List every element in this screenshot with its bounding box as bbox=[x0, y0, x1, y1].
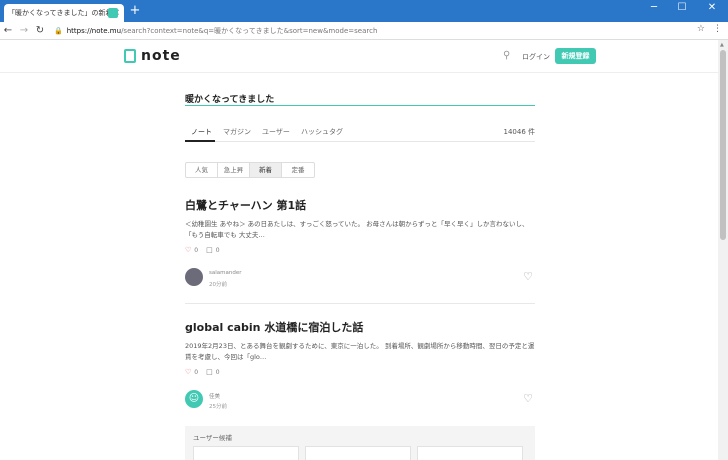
forward-arrow-icon[interactable]: → bbox=[16, 25, 32, 36]
heart-icon[interactable]: ♡ bbox=[185, 246, 191, 254]
author-name[interactable]: 佳美 bbox=[209, 392, 220, 400]
avatar[interactable] bbox=[185, 268, 203, 286]
article-card[interactable]: 白鷺とチャーハン 第1話 ＜幼稚園生 あやね＞ あの日あたしは、すっごく怒ってい… bbox=[185, 197, 535, 297]
result-count: 14046 件 bbox=[503, 128, 536, 136]
new-tab-button[interactable]: + bbox=[128, 4, 142, 18]
note-logo[interactable]: note bbox=[124, 48, 181, 64]
address-bar[interactable]: https://note.mu/search?context=note&q=暖か… bbox=[67, 26, 378, 36]
sort-trending[interactable]: 急上昇 bbox=[218, 163, 250, 177]
article-excerpt: 2019年2月23日、とある舞台を観劇するために、東京に一泊した。 到着場所、観… bbox=[185, 342, 535, 361]
reload-icon[interactable]: ↻ bbox=[32, 25, 48, 36]
tab-hashtags[interactable]: ハッシュタグ bbox=[301, 127, 343, 137]
sort-options: 人気 急上昇 新着 定番 bbox=[185, 162, 315, 178]
signup-button[interactable]: 新規登録 bbox=[555, 48, 596, 64]
site-header: note ⚲ ログイン 新規登録 bbox=[0, 40, 718, 73]
like-count: 0 bbox=[194, 368, 199, 376]
user-suggestions-label: ユーザー候補 bbox=[193, 434, 232, 442]
divider bbox=[185, 303, 535, 304]
tab-users[interactable]: ユーザー bbox=[262, 127, 290, 137]
search-query-input[interactable]: 暖かくなってきました bbox=[185, 92, 535, 106]
bookmark-star-icon[interactable]: ☆ bbox=[697, 24, 705, 34]
article-stats: ♡ 0 □ 0 bbox=[185, 246, 220, 254]
sort-popular[interactable]: 人気 bbox=[186, 163, 218, 177]
menu-kebab-icon[interactable]: ⋮ bbox=[713, 24, 722, 34]
minimize-button[interactable]: ─ bbox=[640, 2, 668, 13]
page-scrollbar[interactable]: ▲ bbox=[718, 40, 728, 460]
user-card[interactable] bbox=[305, 446, 411, 460]
avatar[interactable]: ☺ bbox=[185, 390, 203, 408]
article-title[interactable]: global cabin 水道橋に宿泊した話 bbox=[185, 319, 535, 335]
comment-count: 0 bbox=[215, 368, 220, 376]
comment-count: 0 bbox=[215, 246, 220, 254]
page-content: note ⚲ ログイン 新規登録 暖かくなってきました ノート マガジン ユーザ… bbox=[0, 40, 718, 460]
close-window-button[interactable]: ✕ bbox=[698, 2, 726, 13]
author-name[interactable]: salamander bbox=[209, 270, 241, 276]
article-excerpt: ＜幼稚園生 あやね＞ あの日あたしは、すっごく怒っていた。 お母さんは朝からずっ… bbox=[185, 220, 529, 239]
heart-outline-icon[interactable]: ♡ bbox=[523, 392, 533, 405]
note-favicon-icon bbox=[108, 8, 118, 18]
lock-icon: 🔒 bbox=[54, 26, 63, 35]
login-link[interactable]: ログイン bbox=[522, 52, 550, 62]
heart-outline-icon[interactable]: ♡ bbox=[523, 270, 533, 283]
browser-tab[interactable]: 「暖かくなってきました」の新着のノート × bbox=[4, 4, 124, 22]
browser-toolbar: ← → ↻ 🔒 https://note.mu/search?context=n… bbox=[0, 22, 728, 40]
sort-new[interactable]: 新着 bbox=[250, 163, 282, 177]
browser-titlebar: 「暖かくなってきました」の新着のノート × + ─ ☐ ✕ bbox=[0, 0, 728, 22]
post-age: 20分前 bbox=[209, 282, 227, 288]
logo-text: note bbox=[141, 48, 181, 64]
article-stats: ♡ 0 □ 0 bbox=[185, 368, 220, 376]
tab-notes[interactable]: ノート bbox=[191, 127, 212, 137]
article-title[interactable]: 白鷺とチャーハン 第1話 bbox=[185, 197, 535, 213]
search-icon[interactable]: ⚲ bbox=[503, 50, 510, 61]
post-age: 25分前 bbox=[209, 404, 227, 410]
user-card[interactable] bbox=[193, 446, 299, 460]
url-host: https://note.mu bbox=[66, 26, 122, 35]
active-tab-indicator bbox=[185, 140, 215, 142]
tab-magazines[interactable]: マガジン bbox=[223, 127, 251, 137]
maximize-button[interactable]: ☐ bbox=[668, 2, 696, 13]
search-tabs: ノート マガジン ユーザー ハッシュタグ 14046 件 bbox=[185, 124, 535, 142]
scroll-up-icon[interactable]: ▲ bbox=[720, 42, 724, 48]
user-card[interactable] bbox=[417, 446, 523, 460]
scrollbar-thumb[interactable] bbox=[720, 50, 726, 240]
sort-standard[interactable]: 定番 bbox=[282, 163, 314, 177]
user-suggestions: ユーザー候補 bbox=[185, 426, 535, 460]
tab-title: 「暖かくなってきました」の新着のノート bbox=[8, 9, 109, 17]
url-path: /search?context=note&q=暖かくなってきました&sort=n… bbox=[121, 26, 378, 35]
note-logo-icon bbox=[124, 49, 136, 63]
like-count: 0 bbox=[194, 246, 199, 254]
comment-icon[interactable]: □ bbox=[206, 368, 213, 376]
article-card[interactable]: global cabin 水道橋に宿泊した話 2019年2月23日、とある舞台を… bbox=[185, 319, 535, 419]
back-arrow-icon[interactable]: ← bbox=[0, 25, 16, 36]
comment-icon[interactable]: □ bbox=[206, 246, 213, 254]
heart-icon[interactable]: ♡ bbox=[185, 368, 191, 376]
